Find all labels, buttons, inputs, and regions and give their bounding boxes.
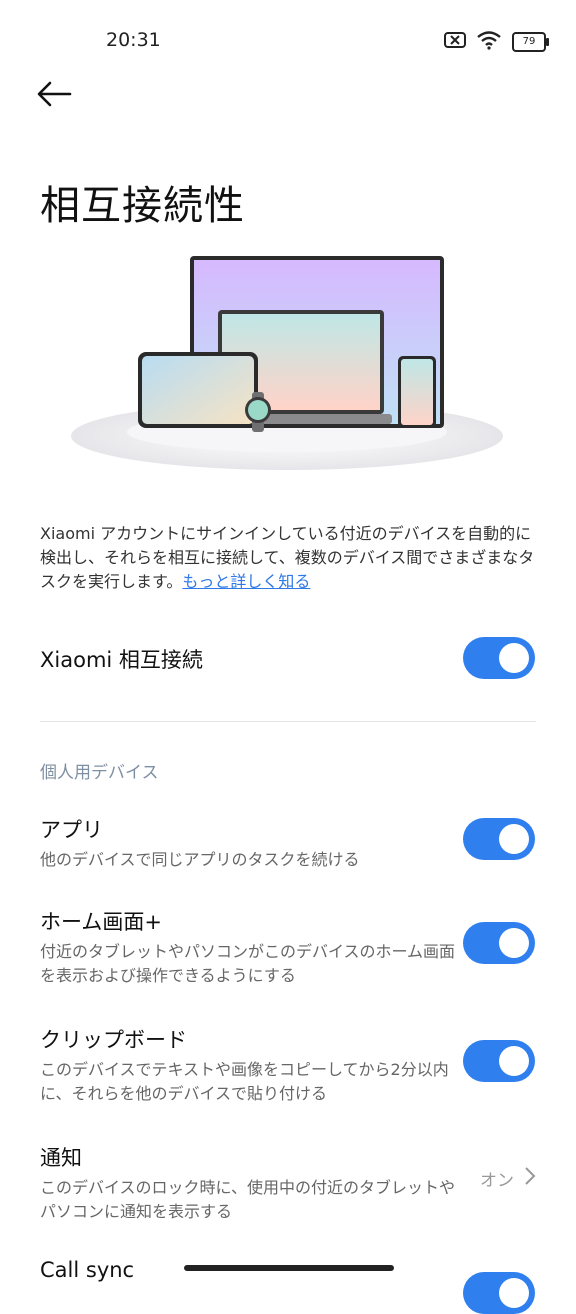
setting-title: アプリ [40,818,103,842]
notifications-value[interactable]: オン [480,1166,536,1191]
setting-title: クリップボード [40,1028,187,1052]
toggle-knob [499,1278,529,1308]
sim-off-icon [444,31,466,53]
toggle-knob [499,643,529,673]
call-sync-toggle-switch[interactable] [463,1272,535,1314]
back-arrow-icon [36,80,72,112]
setting-description: 付近のタブレットやパソコンがこのデバイスのホーム画面を表示および操作できるように… [40,942,456,985]
status-icons: 79 [444,30,549,54]
apps-toggle-switch[interactable] [463,818,535,860]
home-indicator[interactable] [184,1265,394,1271]
setting-row-clipboard[interactable]: クリップボード このデバイスでテキストや画像をコピーしてから2分以内に、それらを… [40,1024,536,1106]
setting-row-apps[interactable]: アプリ 他のデバイスで同じアプリのタスクを続ける [40,814,536,872]
main-toggle-row[interactable]: Xiaomi 相互接続 [40,644,536,674]
clipboard-toggle-switch[interactable] [463,1040,535,1082]
learn-more-link[interactable]: もっと詳しく知る [182,572,310,591]
toggle-knob [499,824,529,854]
wifi-icon [476,30,502,54]
setting-row-home-screen[interactable]: ホーム画面+ 付近のタブレットやパソコンがこのデバイスのホーム画面を表示および操… [40,906,536,988]
main-toggle-label: Xiaomi 相互接続 [40,648,203,672]
page-title: 相互接続性 [40,182,245,229]
toggle-knob [499,928,529,958]
status-time: 20:31 [106,29,161,51]
home-screen-toggle-switch[interactable] [463,922,535,964]
intro-text: Xiaomi アカウントにサインインしている付近のデバイスを自動的に検出し、それ… [40,522,540,594]
notifications-status: オン [480,1171,514,1191]
setting-title: ホーム画面+ [40,910,162,934]
hero-illustration [60,240,520,480]
setting-row-notifications[interactable]: 通知 このデバイスのロック時に、使用中の付近のタブレットやパソコンに通知を表示す… [40,1142,536,1224]
section-label: 個人用デバイス [40,763,159,783]
status-bar: 20:31 79 [0,0,576,80]
setting-description: このデバイスでテキストや画像をコピーしてから2分以内に、それらを他のデバイスで貼… [40,1060,449,1103]
battery-icon: 79 [512,32,549,52]
main-toggle-switch[interactable] [463,637,535,679]
chevron-right-icon [524,1166,536,1191]
divider [40,721,536,722]
back-button[interactable] [36,78,80,114]
toggle-knob [499,1046,529,1076]
setting-description: このデバイスのロック時に、使用中の付近のタブレットやパソコンに通知を表示する [40,1178,456,1221]
setting-title: 通知 [40,1146,82,1170]
setting-description: 他のデバイスで同じアプリのタスクを続ける [40,850,360,869]
